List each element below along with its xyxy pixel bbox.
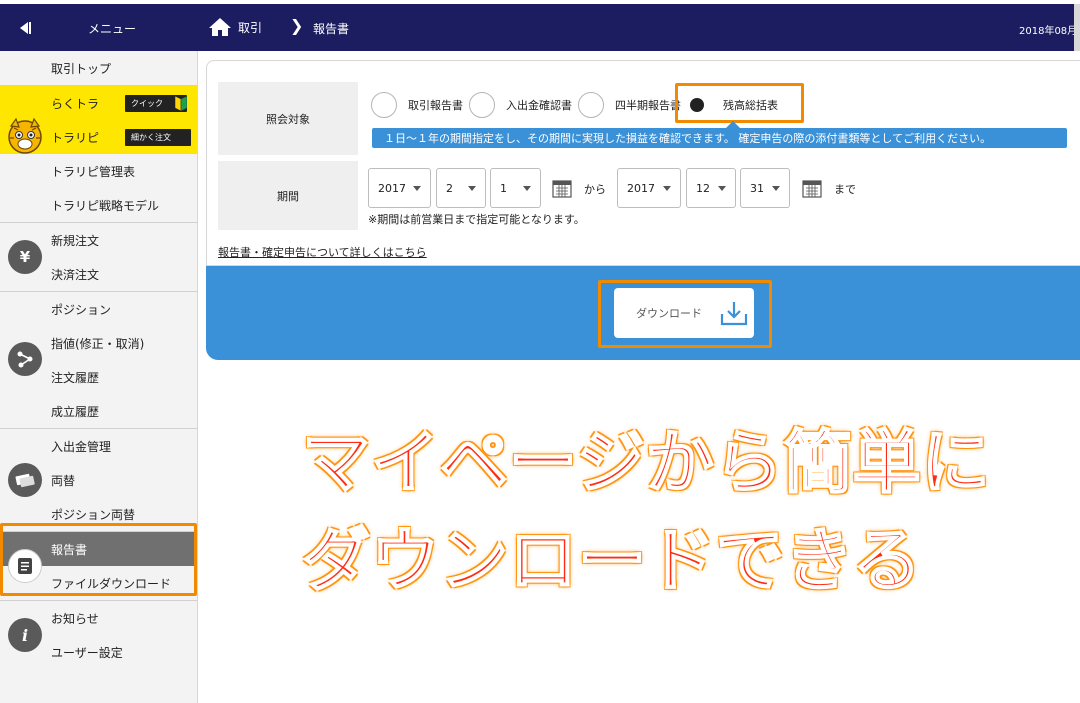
highlight-box-sidebar-report: [0, 523, 197, 596]
collapse-arrow-icon: [20, 21, 31, 34]
report-form: 照会対象 期間 取引報告書 入出金確認書 四半期報告書 残高総括表 １日～１年の…: [206, 60, 1080, 266]
sidebar-item-settle-order[interactable]: 決済注文: [0, 257, 197, 291]
sidebar: 取引トップ らくトラ クイック トラリピ 細かく注文 トラリピ管理表 トラリピ戦…: [0, 51, 198, 703]
detail-order-badge: 細かく注文: [125, 129, 191, 146]
radio-button[interactable]: [469, 92, 495, 118]
report-form-card: 照会対象 期間 取引報告書 入出金確認書 四半期報告書 残高総括表 １日～１年の…: [206, 60, 1080, 360]
tiger-mascot-icon: [8, 117, 42, 154]
to-text: まで: [834, 183, 856, 196]
sidebar-item-strategy-model[interactable]: トラリピ戦略モデル: [0, 188, 197, 222]
sidebar-group-orders: ¥ 新規注文 決済注文: [0, 223, 197, 292]
sidebar-item-rakutora[interactable]: らくトラ クイック: [0, 86, 197, 120]
breadcrumb-item-trade[interactable]: 取引: [238, 19, 262, 36]
sidebar-group-top: 取引トップ: [0, 51, 197, 86]
sidebar-item-news[interactable]: お知らせ: [0, 601, 197, 635]
period-note: ※期間は前営業日まで指定可能となります。: [368, 213, 585, 226]
sidebar-item-trade-top[interactable]: 取引トップ: [0, 51, 197, 85]
header-date: 2018年08月07: [1019, 26, 1080, 37]
calendar-icon[interactable]: [552, 178, 572, 198]
report-info-link[interactable]: 報告書・確定申告について詳しくはこちら: [218, 244, 427, 260]
sidebar-group-info: i お知らせ ユーザー設定: [0, 601, 197, 669]
headline-line1: マイページから簡単に: [301, 424, 991, 503]
highlight-box-download: [598, 280, 772, 348]
chevron-down-icon: [772, 186, 780, 191]
breadcrumb-item-report: 報告書: [313, 22, 350, 36]
info-bar: １日～１年の期間指定をし、その期間に実現した損益を確認できます。 確定申告の際の…: [372, 128, 1067, 148]
sidebar-item-new-order[interactable]: 新規注文: [0, 223, 197, 257]
chevron-down-icon: [718, 186, 726, 191]
radio-quarterly-report[interactable]: 四半期報告書: [578, 92, 681, 118]
to-month-select[interactable]: 12: [686, 168, 736, 208]
period-label: 期間: [218, 161, 358, 230]
headline-line2: ダウンロードできる: [301, 522, 922, 601]
beginner-mark-icon: [175, 96, 187, 111]
top-bar: メニュー 取引 ❯ 報告書 2018年08月07: [0, 4, 1080, 51]
sidebar-item-deposit[interactable]: 入出金管理: [0, 429, 197, 463]
scrollbar-edge: [1074, 4, 1080, 51]
sidebar-item-limit-orders[interactable]: 指値(修正・取消): [0, 326, 197, 360]
sidebar-item-user-settings[interactable]: ユーザー設定: [0, 635, 197, 669]
radio-button[interactable]: [371, 92, 397, 118]
chevron-down-icon: [523, 186, 531, 191]
to-day-select[interactable]: 31: [740, 168, 790, 208]
sidebar-item-positions[interactable]: ポジション: [0, 292, 197, 326]
collapse-menu-button[interactable]: [0, 4, 50, 51]
calendar-icon[interactable]: [802, 178, 822, 198]
radio-trade-report[interactable]: 取引報告書: [371, 92, 463, 118]
menu-label: メニュー: [88, 22, 137, 36]
breadcrumb: 取引: [208, 17, 262, 37]
radio-button[interactable]: [578, 92, 604, 118]
sidebar-item-exchange[interactable]: 両替: [0, 463, 197, 497]
download-area: ダウンロード: [206, 266, 1080, 360]
sidebar-group-funds: 入出金管理 両替 ポジション両替: [0, 429, 197, 532]
chevron-down-icon: [413, 186, 421, 191]
to-year-select[interactable]: 2017: [617, 168, 681, 208]
radio-deposit-confirmation[interactable]: 入出金確認書: [469, 92, 572, 118]
sidebar-item-order-history[interactable]: 注文履歴: [0, 360, 197, 394]
from-day-select[interactable]: 1: [490, 168, 541, 208]
from-month-select[interactable]: 2: [436, 168, 486, 208]
from-text: から: [584, 183, 606, 196]
highlight-box-option: [675, 83, 804, 123]
target-label: 照会対象: [218, 82, 358, 155]
sidebar-group-torarepi-tools: トラリピ管理表 トラリピ戦略モデル: [0, 154, 197, 223]
sidebar-group-torarepi: らくトラ クイック トラリピ 細かく注文: [0, 86, 197, 154]
chevron-right-icon: ❯: [290, 16, 304, 35]
chevron-down-icon: [663, 186, 671, 191]
sidebar-group-positions: ポジション 指値(修正・取消) 注文履歴 成立履歴: [0, 292, 197, 429]
from-year-select[interactable]: 2017: [368, 168, 431, 208]
home-icon[interactable]: [208, 17, 232, 37]
sidebar-item-torarepi-table[interactable]: トラリピ管理表: [0, 154, 197, 188]
sidebar-item-filled-history[interactable]: 成立履歴: [0, 394, 197, 428]
chevron-down-icon: [468, 186, 476, 191]
